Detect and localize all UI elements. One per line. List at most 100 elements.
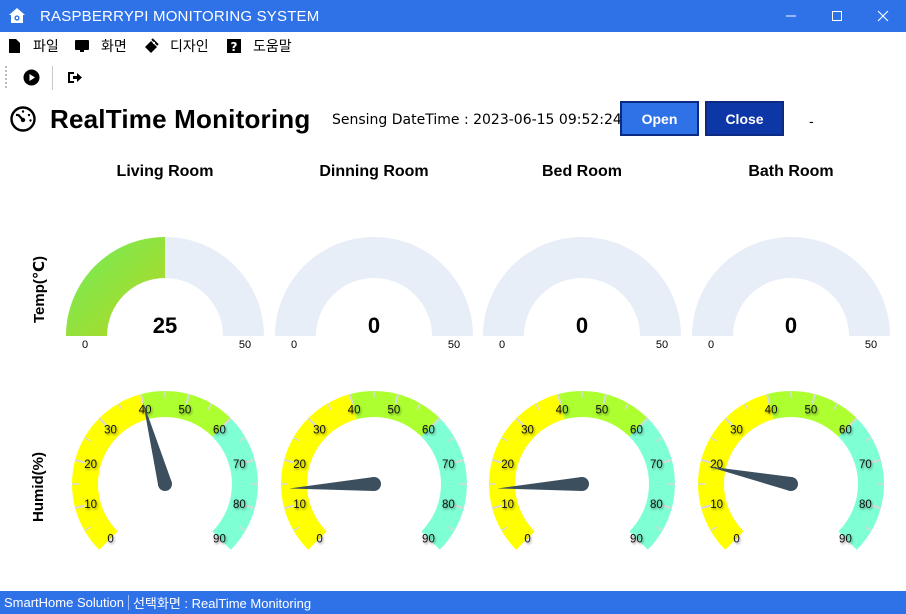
humid-band-0 bbox=[281, 394, 357, 550]
temp-value-bed: 0 bbox=[576, 313, 588, 338]
temp-max-label: 50 bbox=[239, 339, 251, 351]
exit-button[interactable] bbox=[64, 67, 84, 87]
temp-max-label: 50 bbox=[656, 339, 668, 351]
humid-tick-label: 70 bbox=[233, 459, 246, 471]
humid-tick-label: 70 bbox=[859, 459, 872, 471]
humid-tick-label: 10 bbox=[293, 499, 306, 511]
temp-value-bath: 0 bbox=[785, 313, 797, 338]
dashboard-icon bbox=[10, 106, 36, 132]
humid-tick-label: 0 bbox=[316, 533, 322, 545]
humid-tick-label: 40 bbox=[765, 405, 778, 417]
menu-design-label: 디자인 bbox=[170, 38, 209, 54]
humid-tick-label: 30 bbox=[730, 425, 743, 437]
toolbar-separator bbox=[52, 66, 53, 90]
start-button[interactable] bbox=[21, 67, 41, 87]
humid-tick-label: 90 bbox=[422, 533, 435, 545]
humid-tick-label: 30 bbox=[104, 425, 117, 437]
humid-tick-label: 0 bbox=[733, 533, 739, 545]
temp-max-label: 50 bbox=[448, 339, 460, 351]
temp-gauge-dinning: 0 0 50 bbox=[274, 236, 474, 353]
humid-band-0 bbox=[489, 394, 565, 550]
humid-band-0 bbox=[72, 394, 148, 550]
temp-min-label: 0 bbox=[499, 339, 505, 351]
humid-tick-label: 80 bbox=[233, 499, 246, 511]
room-title-bed: Bed Room bbox=[542, 163, 622, 180]
humid-tick-label: 80 bbox=[859, 499, 872, 511]
menu-design[interactable]: 디자인 bbox=[143, 36, 209, 56]
humid-tick-label: 30 bbox=[521, 425, 534, 437]
close-button[interactable]: Close bbox=[705, 101, 784, 136]
exit-icon bbox=[67, 71, 82, 83]
file-icon bbox=[9, 39, 20, 53]
temp-min-label: 0 bbox=[708, 339, 714, 351]
menu-help-label: 도움말 bbox=[253, 38, 292, 54]
page-title: RealTime Monitoring bbox=[50, 104, 311, 134]
humid-gauge-bed: 0 10 20 30 40 50 60 70 80 90 bbox=[482, 383, 682, 578]
humid-tick-label: 50 bbox=[179, 405, 192, 417]
humid-tick-label: 80 bbox=[442, 499, 455, 511]
menu-view-label: 화면 bbox=[101, 38, 127, 54]
maximize-icon bbox=[832, 11, 842, 21]
maximize-button[interactable] bbox=[814, 0, 860, 32]
status-app-name: SmartHome Solution bbox=[0, 595, 129, 610]
humid-tick-label: 20 bbox=[501, 459, 514, 471]
temp-gauge-living: 25 0 50 bbox=[65, 236, 265, 353]
humid-tick-label: 90 bbox=[213, 533, 226, 545]
humid-tick-label: 20 bbox=[84, 459, 97, 471]
humid-needle-hub bbox=[575, 477, 589, 491]
temp-value-dinning: 0 bbox=[368, 313, 380, 338]
window-title: RASPBERRYPI MONITORING SYSTEM bbox=[40, 8, 320, 25]
status-current-screen: 선택화면 : RealTime Monitoring bbox=[132, 596, 312, 611]
minimize-icon bbox=[786, 15, 796, 17]
humid-tick-label: 0 bbox=[524, 533, 530, 545]
close-window-button[interactable] bbox=[860, 0, 906, 32]
toolbar bbox=[0, 60, 906, 94]
menu-file[interactable]: 파일 bbox=[6, 36, 59, 56]
humid-needle-hub bbox=[367, 477, 381, 491]
minimize-button[interactable] bbox=[768, 0, 814, 32]
toolbar-grip[interactable] bbox=[5, 66, 8, 88]
humid-tick-label: 50 bbox=[388, 405, 401, 417]
open-button[interactable]: Open bbox=[620, 101, 699, 136]
help-icon: ? bbox=[227, 39, 241, 54]
humid-tick-label: 30 bbox=[313, 425, 326, 437]
room-title-bath: Bath Room bbox=[748, 163, 834, 180]
humid-tick-label: 60 bbox=[422, 425, 435, 437]
humid-tick-label: 70 bbox=[442, 459, 455, 471]
title-bar: RASPBERRYPI MONITORING SYSTEM bbox=[0, 0, 906, 32]
humid-gauge-bath: 0 10 20 30 40 50 60 70 80 90 bbox=[691, 383, 891, 578]
humid-needle-hub bbox=[784, 477, 798, 491]
sensing-datetime: Sensing DateTime : 2023-06-15 09:52:24 bbox=[332, 112, 622, 128]
temp-row-label: Temp(℃) bbox=[31, 255, 48, 323]
menu-bar: 파일 화면 디자인 ? 도움말 bbox=[0, 33, 906, 57]
temp-gauge-bed: 0 0 50 bbox=[482, 236, 682, 353]
humid-tick-label: 40 bbox=[348, 405, 361, 417]
design-icon bbox=[145, 38, 159, 53]
humid-tick-label: 60 bbox=[839, 425, 852, 437]
monitor-icon bbox=[75, 40, 89, 52]
svg-text:?: ? bbox=[231, 40, 238, 54]
menu-view[interactable]: 화면 bbox=[74, 36, 127, 56]
humid-tick-label: 50 bbox=[596, 405, 609, 417]
temp-gauge-fill-living bbox=[66, 237, 165, 336]
humid-tick-label: 40 bbox=[556, 405, 569, 417]
status-dash: - bbox=[809, 113, 814, 129]
humid-row-label: Humid(%) bbox=[30, 452, 47, 522]
temp-value-living: 25 bbox=[153, 313, 177, 338]
humid-tick-label: 50 bbox=[805, 405, 818, 417]
humid-tick-label: 90 bbox=[839, 533, 852, 545]
humid-gauge-living: 0102030405060708090 bbox=[65, 383, 265, 578]
home-icon bbox=[9, 8, 25, 23]
humid-tick-label: 0 bbox=[107, 533, 113, 545]
humid-tick-label: 10 bbox=[501, 499, 514, 511]
temp-gauge-bath: 0 0 50 bbox=[691, 236, 891, 353]
status-bar: SmartHome Solution 선택화면 : RealTime Monit… bbox=[0, 591, 906, 614]
humid-tick-label: 80 bbox=[650, 499, 663, 511]
menu-help[interactable]: ? 도움말 bbox=[226, 36, 292, 56]
temp-max-label: 50 bbox=[865, 339, 877, 351]
humid-tick-label: 70 bbox=[650, 459, 663, 471]
humid-tick-label: 90 bbox=[630, 533, 643, 545]
humid-tick-label: 20 bbox=[293, 459, 306, 471]
close-icon bbox=[877, 10, 889, 22]
room-title-living: Living Room bbox=[116, 163, 214, 180]
